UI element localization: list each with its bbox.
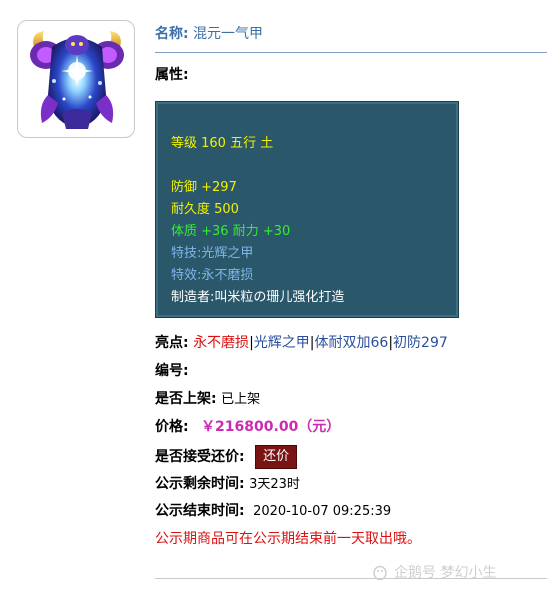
attributes-panel: 等级 160 五行 土 防御 +297 耐久度 500 体质 +36 耐力 +3… bbox=[155, 101, 459, 318]
item-name-row: 名称: 混元一气甲 bbox=[155, 24, 547, 44]
durability-line: 耐久度 500 bbox=[171, 202, 239, 217]
highlights-label: 亮点: bbox=[155, 335, 189, 351]
name-divider bbox=[155, 52, 547, 53]
highlight-tag: 体耐双加66 bbox=[314, 335, 389, 351]
listed-label: 是否上架: bbox=[155, 391, 217, 407]
highlight-tag: 初防297 bbox=[393, 335, 448, 351]
remaining-time-row: 公示剩余时间: 3天23时 bbox=[155, 474, 300, 495]
end-time-value: 2020-10-07 09:25:39 bbox=[253, 504, 392, 519]
end-time-label: 公示结束时间: bbox=[155, 503, 245, 519]
special-skill-line: 特技:光辉之甲 bbox=[171, 246, 254, 261]
listed-value: 已上架 bbox=[221, 392, 261, 407]
counter-offer-button[interactable]: 还价 bbox=[255, 445, 298, 469]
price-label: 价格: bbox=[155, 419, 189, 435]
attributes-label: 属性: bbox=[155, 67, 189, 83]
special-effect-line: 特效:永不磨损 bbox=[171, 268, 254, 283]
counter-offer-row: 是否接受还价: 还价 bbox=[155, 445, 298, 469]
item-detail-page: 名称: 混元一气甲 属性: 等级 160 五行 土 防御 +297 耐久度 50… bbox=[0, 0, 547, 591]
item-image-frame bbox=[17, 20, 135, 138]
maker-line: 制造者:叫米粒の珊儿强化打造 bbox=[171, 290, 345, 305]
highlights-row: 亮点: 永不磨损|光辉之甲|体耐双加66|初防297 bbox=[155, 333, 448, 353]
highlight-tag: 光辉之甲 bbox=[253, 335, 310, 351]
watermark: 企鹅号 梦幻小生 bbox=[372, 562, 496, 582]
end-time-row: 公示结束时间: 2020-10-07 09:25:39 bbox=[155, 501, 391, 522]
notice-text: 公示期商品可在公示期结束前一天取出哦。 bbox=[155, 531, 421, 547]
stats-line: 体质 +36 耐力 +30 bbox=[171, 224, 291, 239]
price-value: ￥216800.00（元） bbox=[201, 419, 341, 435]
name-label: 名称: bbox=[155, 26, 189, 42]
level-element-line: 等级 160 五行 土 bbox=[171, 136, 274, 151]
listed-row: 是否上架: 已上架 bbox=[155, 389, 260, 410]
item-name: 混元一气甲 bbox=[193, 26, 264, 42]
remaining-time-label: 公示剩余时间: bbox=[155, 476, 245, 492]
counter-offer-label: 是否接受还价: bbox=[155, 449, 245, 465]
watermark-text: 企鹅号 梦幻小生 bbox=[394, 565, 497, 581]
price-row: 价格: ￥216800.00（元） bbox=[155, 417, 340, 437]
highlight-tag: 永不磨损 bbox=[193, 335, 250, 351]
armor-item-icon bbox=[30, 31, 124, 129]
number-label: 编号: bbox=[155, 363, 189, 379]
defense-line: 防御 +297 bbox=[171, 180, 237, 195]
number-row: 编号: bbox=[155, 361, 189, 381]
remaining-time-value: 3天23时 bbox=[249, 477, 300, 492]
penguin-logo-icon bbox=[373, 565, 387, 580]
